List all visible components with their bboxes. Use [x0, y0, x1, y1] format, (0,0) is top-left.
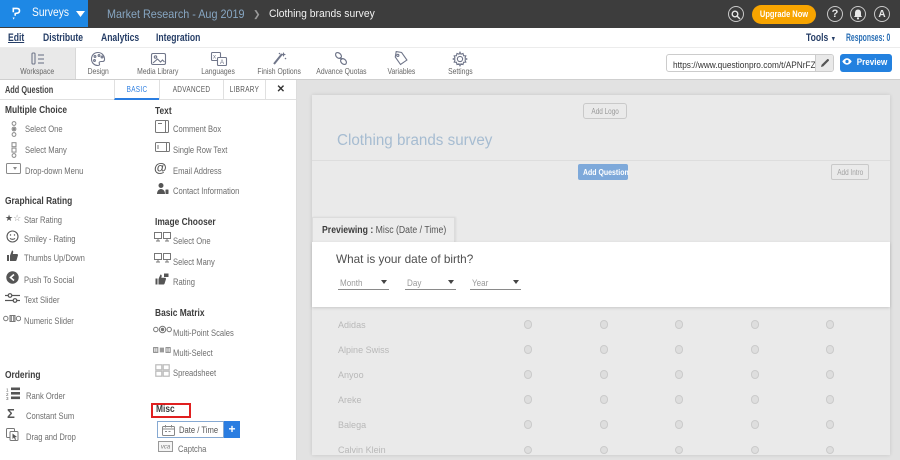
svg-text:x: x [213, 55, 216, 61]
svg-text:vca: vca [161, 445, 171, 451]
svg-text:3: 3 [6, 396, 9, 400]
svg-text:A: A [220, 60, 224, 66]
